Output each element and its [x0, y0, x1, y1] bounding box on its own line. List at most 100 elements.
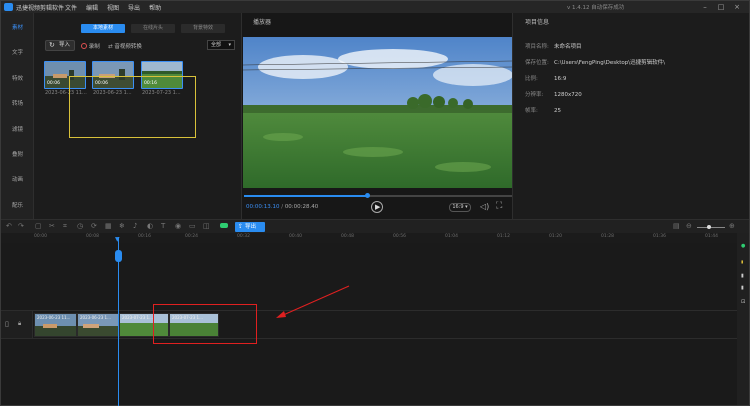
ruler-tick: 01:28 [601, 234, 614, 239]
minimize-icon[interactable]: – [699, 2, 711, 12]
sidebar-item-material[interactable]: 素材 [1, 23, 34, 31]
timeline-ruler[interactable] [1, 233, 737, 243]
close-icon[interactable]: × [731, 2, 743, 12]
delete-icon[interactable]: ▢ [35, 223, 42, 230]
rotate-icon[interactable]: ⟳ [91, 223, 97, 230]
maximize-icon[interactable]: □ [715, 2, 727, 12]
video-preview[interactable] [243, 37, 512, 188]
ruler-tick: 01:44 [705, 234, 718, 239]
project-info-title: 项目信息 [525, 19, 550, 26]
selection-box [69, 76, 196, 138]
ruler-tick: 01:12 [497, 234, 510, 239]
fit-timeline-icon[interactable]: ▤ [673, 223, 680, 230]
info-row-resolution: 分辨率: 1280x720 [525, 92, 582, 98]
play-button[interactable]: ▶ [371, 201, 383, 213]
menu-view[interactable]: 视图 [107, 3, 119, 12]
volume-icon[interactable]: ◁) [480, 202, 489, 211]
annotation-arrow [276, 285, 350, 318]
playhead-handle[interactable] [115, 250, 122, 262]
audio-meter-icon: ▮ [741, 273, 744, 279]
highlight-box [153, 304, 257, 344]
crop-icon[interactable]: ⌗ [63, 223, 67, 230]
settings-icon[interactable]: ⊡ [741, 299, 745, 305]
color-icon[interactable]: ◐ [147, 223, 153, 230]
ruler-tick: 01:20 [549, 234, 562, 239]
convert-button[interactable]: ⇄ 音视频转换 [108, 42, 142, 50]
play-icon: ▶ [375, 203, 381, 211]
new-feature-badge-icon [220, 223, 228, 228]
export-button[interactable]: ⇪ 导出 [235, 222, 265, 232]
ruler-tick: 00:16 [138, 234, 151, 239]
add-track-icon[interactable]: ● [741, 243, 745, 249]
tab-local-media[interactable]: 本地素材 [81, 24, 125, 33]
zoom-slider-knob[interactable] [707, 225, 711, 229]
zoom-in-icon[interactable]: ⊕ [729, 223, 735, 230]
timeline-clip[interactable]: 2023-06-23 11... [34, 313, 77, 337]
import-icon: ↻ [49, 41, 55, 49]
text-icon[interactable]: T [161, 223, 165, 230]
video-frame [243, 37, 512, 188]
sidebar-item-effects[interactable]: 特效 [1, 74, 34, 82]
sidebar-item-music[interactable]: 配乐 [1, 201, 34, 209]
zoom-out-icon[interactable]: ⊖ [686, 223, 692, 230]
timeline-toolbar [1, 219, 749, 233]
redo-icon[interactable]: ↷ [18, 223, 24, 230]
tab-background-effects[interactable]: 背景特效 [181, 24, 225, 33]
tab-online-intro[interactable]: 在线片头 [131, 24, 175, 33]
audio-icon[interactable]: ♪ [133, 223, 137, 230]
sidebar-item-animation[interactable]: 动画 [1, 175, 34, 183]
ruler-tick: 00:32 [237, 234, 250, 239]
ratio-select[interactable]: 16:9 ▾ [449, 203, 471, 212]
progress-fill [244, 195, 367, 197]
sidebar-item-overlay[interactable]: 叠附 [1, 150, 34, 158]
ruler-tick: 00:24 [185, 234, 198, 239]
speed-icon[interactable]: ◷ [77, 223, 83, 230]
lock-icon[interactable]: 🔒︎ [18, 320, 21, 328]
chevron-down-icon: ▾ [228, 42, 231, 48]
import-button[interactable]: ↻ 导入 [45, 40, 75, 51]
record-button[interactable]: 录制 [81, 42, 100, 50]
zoom-slider[interactable] [697, 227, 725, 228]
timecode: 00:00:13.10 / 00:00:28.40 [246, 204, 319, 210]
audio-level-icon: ▮ [741, 259, 744, 264]
track-divider [1, 338, 737, 339]
info-row-ratio: 比例: 16:9 [525, 76, 567, 82]
record-icon [81, 43, 87, 49]
menu-file[interactable]: 文件 [65, 3, 77, 12]
fullscreen-icon[interactable]: ⛶ [496, 201, 502, 211]
ruler-tick: 00:00 [34, 234, 47, 239]
split-screen-icon[interactable]: ◫ [203, 223, 210, 230]
ruler-tick: 00:08 [86, 234, 99, 239]
app-logo-icon [4, 3, 13, 11]
track-divider [1, 310, 737, 311]
playhead-line [118, 237, 119, 406]
mosaic-icon[interactable]: ▦ [105, 223, 112, 230]
ruler-tick: 01:36 [653, 234, 666, 239]
subtitle-icon[interactable]: ▭ [189, 223, 196, 230]
ruler-tick: 00:56 [393, 234, 406, 239]
video-track-icon[interactable]: ▯ [5, 320, 9, 328]
playhead-marker-icon[interactable]: ▼ [115, 236, 120, 243]
record-voice-icon[interactable]: ◉ [175, 223, 181, 230]
menu-help[interactable]: 帮助 [149, 3, 161, 12]
split-icon[interactable]: ✂ [49, 223, 55, 230]
sidebar-item-filters[interactable]: 滤镜 [1, 125, 34, 133]
info-row-location: 保存位置: C:\Users\FengPing\Desktop\迅捷剪辑软件\ [525, 60, 665, 66]
sidebar: 素材 文字 特效 转场 滤镜 叠附 动画 配乐 [1, 13, 34, 219]
undo-icon[interactable]: ↶ [6, 223, 12, 230]
info-row-framerate: 帧率: 25 [525, 108, 561, 114]
freeze-icon[interactable]: ❄ [119, 223, 125, 230]
progress-knob[interactable] [365, 193, 370, 198]
sidebar-item-transitions[interactable]: 转场 [1, 99, 34, 107]
menu-export[interactable]: 导出 [128, 3, 140, 12]
ruler-tick: 00:40 [289, 234, 302, 239]
filter-select[interactable]: 全部 ▾ [207, 40, 235, 50]
timeline-clip[interactable]: 2023-06-23 1... [77, 313, 119, 337]
ruler-tick: 01:04 [445, 234, 458, 239]
media-tabs: 本地素材 在线片头 背景特效 [81, 24, 225, 33]
player-title: 播放器 [253, 19, 272, 26]
version-status: v 1.4.12 自动保存成功 [567, 5, 625, 11]
menu-edit[interactable]: 编辑 [86, 3, 98, 12]
sidebar-item-text[interactable]: 文字 [1, 48, 34, 56]
menu-bar: 文件 编辑 视图 导出 帮助 [65, 3, 161, 12]
